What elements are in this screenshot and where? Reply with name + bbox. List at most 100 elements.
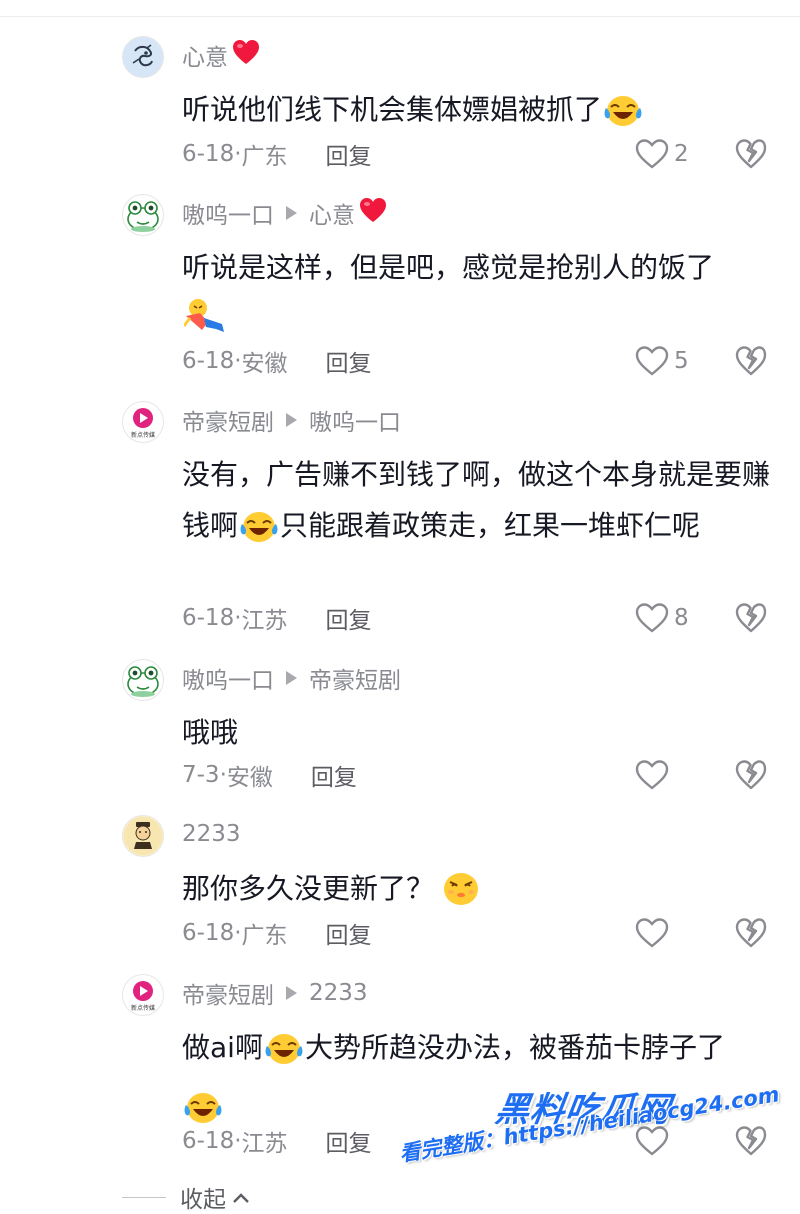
reply-meta: 6-18 · 广东 回复 <box>182 915 372 951</box>
reply-text-part: 哦哦 <box>182 716 239 749</box>
reply-text: 那你多久没更新了？ <box>182 863 772 922</box>
username[interactable]: 心意 <box>182 38 228 72</box>
meta-separator: · <box>234 141 242 167</box>
like-count: 5 <box>674 348 689 374</box>
broken-heart-icon <box>735 346 767 376</box>
username[interactable]: 帝豪短剧 <box>182 976 274 1010</box>
laugh-cry-emoji-icon <box>240 508 278 559</box>
dislike-button[interactable] <box>734 1125 768 1157</box>
frog-avatar-icon <box>127 201 159 232</box>
reply-to-username[interactable]: 帝豪短剧 <box>309 661 401 695</box>
avatar[interactable] <box>122 659 164 701</box>
meta-separator: · <box>234 348 242 374</box>
username-row: 嗷呜一口 心意 <box>182 196 387 230</box>
reply-text-part: 听说他们线下机会集体嫖娼被抓了 <box>182 93 603 126</box>
reply-button[interactable]: 回复 <box>326 1124 372 1158</box>
like-button[interactable] <box>634 1125 696 1157</box>
collapse-divider <box>122 1196 166 1198</box>
reply-to-arrow-icon <box>286 671 297 685</box>
reply-button[interactable]: 回复 <box>326 137 372 171</box>
reply-location: 安徽 <box>226 765 273 791</box>
avatar[interactable]: 新点传媒 <box>122 401 164 443</box>
reply-date: 6-18 <box>182 1128 235 1154</box>
username[interactable]: 2233 <box>182 821 241 847</box>
broken-heart-icon <box>735 139 767 169</box>
heart-outline-icon <box>635 918 669 948</box>
reply-text: 听说他们线下机会集体嫖娼被抓了 <box>182 84 772 143</box>
reply-to-arrow-icon <box>286 413 297 427</box>
collapse-replies-button[interactable]: 收起 <box>122 1180 250 1214</box>
reply-to-username[interactable]: 2233 <box>309 980 368 1006</box>
smirk-emoji-icon <box>442 870 480 922</box>
reply-meta: 6-18 · 广东 回复 <box>182 136 372 172</box>
reply-meta: 6-18 · 江苏 回复 <box>182 600 372 636</box>
broken-heart-icon <box>735 760 767 790</box>
svg-text:新点传媒: 新点传媒 <box>131 431 155 439</box>
reply-actions: 2 <box>634 136 768 172</box>
top-divider <box>0 16 800 17</box>
reply-button[interactable]: 回复 <box>326 344 372 378</box>
meta-separator: · <box>234 920 242 946</box>
reply-to-arrow-icon <box>286 206 297 220</box>
reply-text: 听说是这样，但是吧，感觉是抢别人的饭了 <box>182 242 772 352</box>
reply-text-part: 大势所趋没办法，被番茄卡脖子了 <box>304 1031 725 1064</box>
reply-meta: 6-18 · 江苏 回复 <box>182 1123 372 1159</box>
like-button[interactable]: 8 <box>634 602 696 634</box>
collapse-label: 收起 <box>180 1187 226 1213</box>
reply-button[interactable]: 回复 <box>311 758 357 792</box>
username[interactable]: 嗷呜一口 <box>182 661 274 695</box>
reply-text-part: 做ai啊 <box>182 1031 263 1064</box>
reply-location: 广东 <box>241 923 288 949</box>
heart-outline-icon <box>635 1126 669 1156</box>
heart-outline-icon <box>635 760 669 790</box>
like-button[interactable] <box>634 917 696 949</box>
heart-outline-icon <box>635 139 669 169</box>
reply-button[interactable]: 回复 <box>326 916 372 950</box>
dislike-button[interactable] <box>734 345 768 377</box>
reply-date: 7-3 <box>182 762 220 788</box>
chevron-up-icon <box>232 1184 250 1210</box>
heart-outline-icon <box>635 346 669 376</box>
reply-meta: 6-18 · 安徽 回复 <box>182 343 372 379</box>
reply-actions <box>634 757 768 793</box>
reply-location: 江苏 <box>241 1131 288 1157</box>
like-button[interactable] <box>634 759 696 791</box>
cartoon-avatar-icon <box>124 817 162 855</box>
red-heart-icon <box>359 197 387 229</box>
reply-location: 广东 <box>241 144 288 170</box>
like-button[interactable]: 5 <box>634 345 696 377</box>
reply-meta: 7-3 · 安徽 回复 <box>182 757 357 793</box>
username[interactable]: 嗷呜一口 <box>182 196 274 230</box>
meta-separator: · <box>234 1128 242 1154</box>
frog-avatar-icon <box>127 666 159 697</box>
username-row: 帝豪短剧 嗷呜一口 <box>182 403 401 437</box>
dislike-button[interactable] <box>734 138 768 170</box>
avatar[interactable] <box>122 36 164 78</box>
reply-date: 6-18 <box>182 920 235 946</box>
reply-to-username[interactable]: 嗷呜一口 <box>309 403 401 437</box>
dislike-button[interactable] <box>734 759 768 791</box>
reply-date: 6-18 <box>182 348 235 374</box>
reply-to-arrow-icon <box>286 986 297 1000</box>
dislike-button[interactable] <box>734 917 768 949</box>
username-row: 帝豪短剧 2233 <box>182 976 368 1010</box>
avatar[interactable]: 新点传媒 <box>122 974 164 1016</box>
heart-outline-icon <box>635 603 669 633</box>
reply-date: 6-18 <box>182 605 235 631</box>
reply-to-username[interactable]: 心意 <box>309 196 355 230</box>
avatar[interactable] <box>122 194 164 236</box>
username[interactable]: 帝豪短剧 <box>182 403 274 437</box>
reply-text-part: 听说是这样，但是吧，感觉是抢别人的饭了 <box>182 251 715 284</box>
reply-text-part: 只能跟着政策走，红果一堆虾仁呢 <box>280 509 701 542</box>
reply-button[interactable]: 回复 <box>326 601 372 635</box>
avatar[interactable] <box>122 815 164 857</box>
reply-location: 江苏 <box>241 608 288 634</box>
dislike-button[interactable] <box>734 602 768 634</box>
reply-text: 哦哦 <box>182 707 772 758</box>
username-row: 嗷呜一口 帝豪短剧 <box>182 661 401 695</box>
reply-date: 6-18 <box>182 141 235 167</box>
reply-actions <box>634 915 768 951</box>
like-count: 2 <box>674 141 689 167</box>
meta-separator: · <box>219 762 227 788</box>
like-button[interactable]: 2 <box>634 138 696 170</box>
